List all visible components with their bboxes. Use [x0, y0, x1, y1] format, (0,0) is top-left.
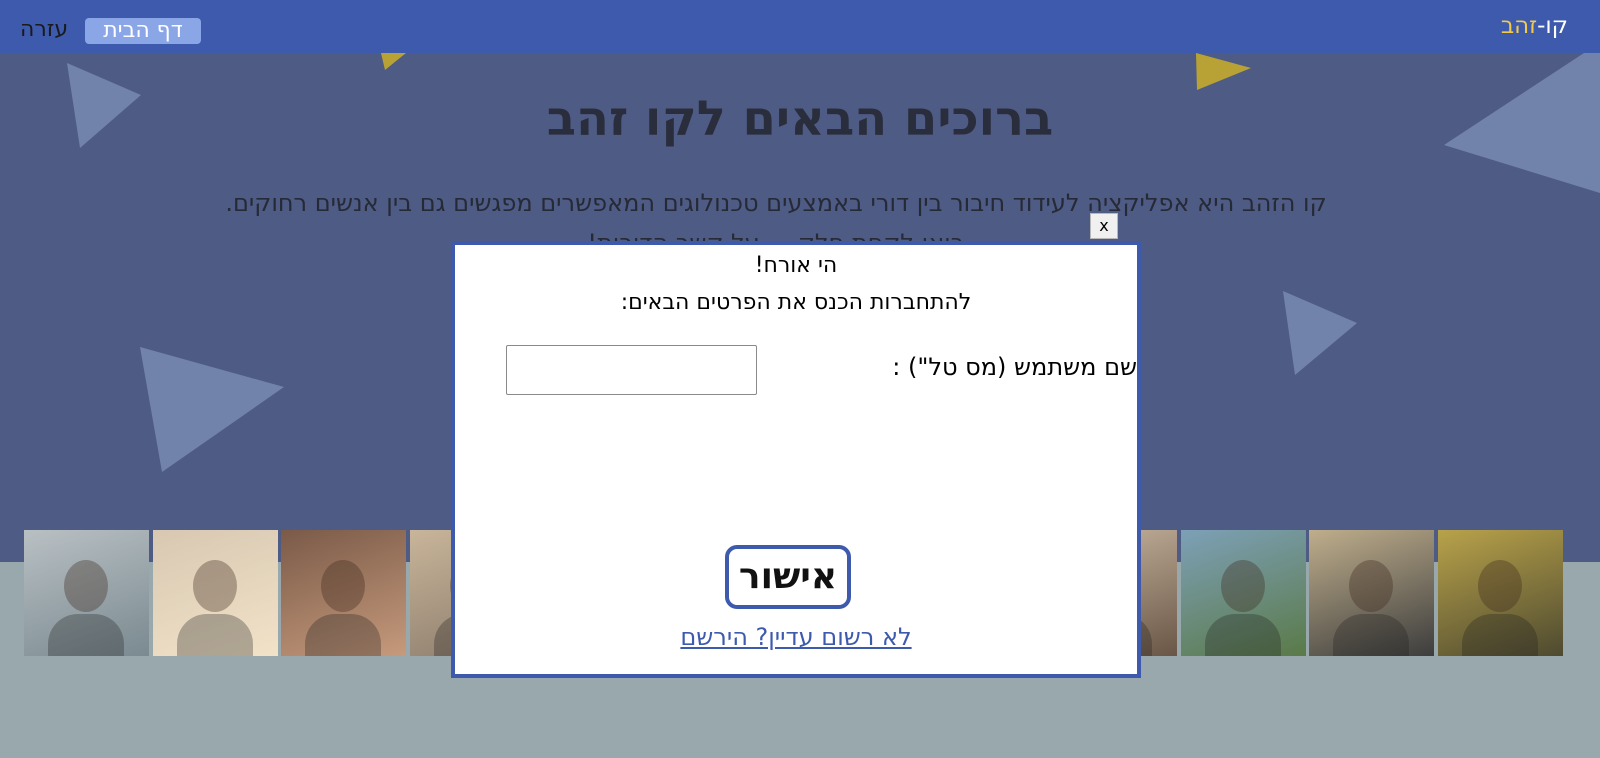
nav-help-link[interactable]: עזרה [20, 17, 68, 42]
photo-thumbnail [281, 530, 406, 656]
photo-thumbnail [1437, 530, 1563, 656]
modal-greeting: הי אורח! [754, 253, 838, 278]
hero-title: ברוכים הבאים לקו זהב [546, 91, 1054, 147]
username-input[interactable] [506, 345, 757, 395]
person-silhouette [64, 560, 108, 612]
brand-prefix: קו- [1537, 13, 1568, 39]
person-body [48, 614, 124, 656]
photo-thumbnail [24, 530, 149, 656]
person-body [176, 614, 253, 656]
brand-logo[interactable]: קו-זהב [1501, 13, 1568, 39]
confirm-button[interactable]: אישור [725, 545, 851, 609]
photo-thumbnail [1309, 530, 1434, 656]
triangle-decor-3 [1196, 53, 1251, 90]
person-silhouette [1477, 560, 1522, 612]
triangle-decor-2 [381, 53, 406, 70]
photo-thumbnail [152, 530, 278, 656]
register-link[interactable]: לא רשום עדיין? הירשם [455, 623, 1137, 651]
photo-thumbnail [1180, 530, 1306, 656]
person-body [1461, 614, 1538, 656]
person-body [1204, 614, 1281, 656]
person-silhouette [192, 560, 237, 612]
person-silhouette [1349, 560, 1393, 612]
top-navbar: קו-זהב דף הבית עזרה [0, 0, 1600, 53]
person-silhouette [321, 560, 365, 612]
person-body [1333, 614, 1409, 656]
triangle-decor-6 [140, 347, 284, 472]
nav-home-button[interactable]: דף הבית [85, 18, 201, 44]
person-body [305, 614, 381, 656]
login-modal: הי אורח! להתחברות הכנס את הפרטים הבאים: … [451, 241, 1141, 678]
triangle-decor-5 [1283, 291, 1357, 375]
modal-instructions: להתחברות הכנס את הפרטים הבאים: [620, 290, 972, 315]
username-label: שם משתמש (מס טל") : [892, 353, 1137, 381]
person-silhouette [1220, 560, 1265, 612]
close-button[interactable]: x [1090, 213, 1118, 239]
hero-line-1: קו הזהב היא אפליקציה לעידוד חיבור בין דו… [225, 189, 1327, 217]
brand-gold: זהב [1500, 13, 1538, 39]
